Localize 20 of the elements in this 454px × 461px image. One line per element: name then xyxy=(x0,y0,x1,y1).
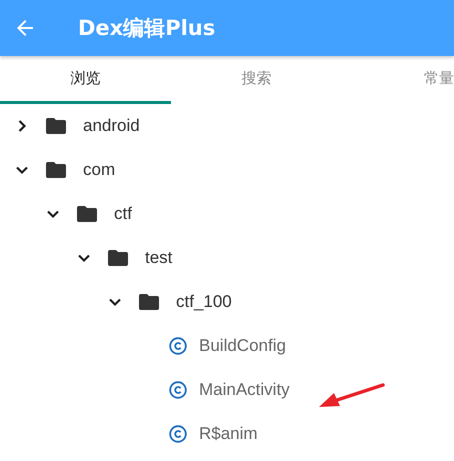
folder-name[interactable]: ctf_100 xyxy=(176,292,232,312)
folder-icon xyxy=(46,162,66,178)
class-name[interactable]: R$anim xyxy=(199,424,258,444)
folder-icon xyxy=(139,294,159,310)
tab[interactable]: 浏览 xyxy=(0,56,171,104)
folder-name[interactable]: com xyxy=(83,160,116,180)
folder-name[interactable]: test xyxy=(145,248,172,268)
folder-name[interactable]: ctf xyxy=(114,204,132,224)
class-icon xyxy=(169,381,187,399)
class-name[interactable]: BuildConfig xyxy=(199,336,286,356)
tab[interactable]: 搜索 xyxy=(171,56,342,104)
folder-icon xyxy=(46,118,66,134)
class-name[interactable]: MainActivity xyxy=(199,380,290,400)
tab[interactable]: 常量 xyxy=(342,56,454,104)
class-icon xyxy=(169,337,187,355)
app-title: Dex编辑Plus xyxy=(78,15,216,42)
class-icon xyxy=(169,425,187,443)
folder-icon xyxy=(108,250,128,266)
folder-icon xyxy=(77,206,97,222)
folder-name[interactable]: android xyxy=(83,116,140,136)
